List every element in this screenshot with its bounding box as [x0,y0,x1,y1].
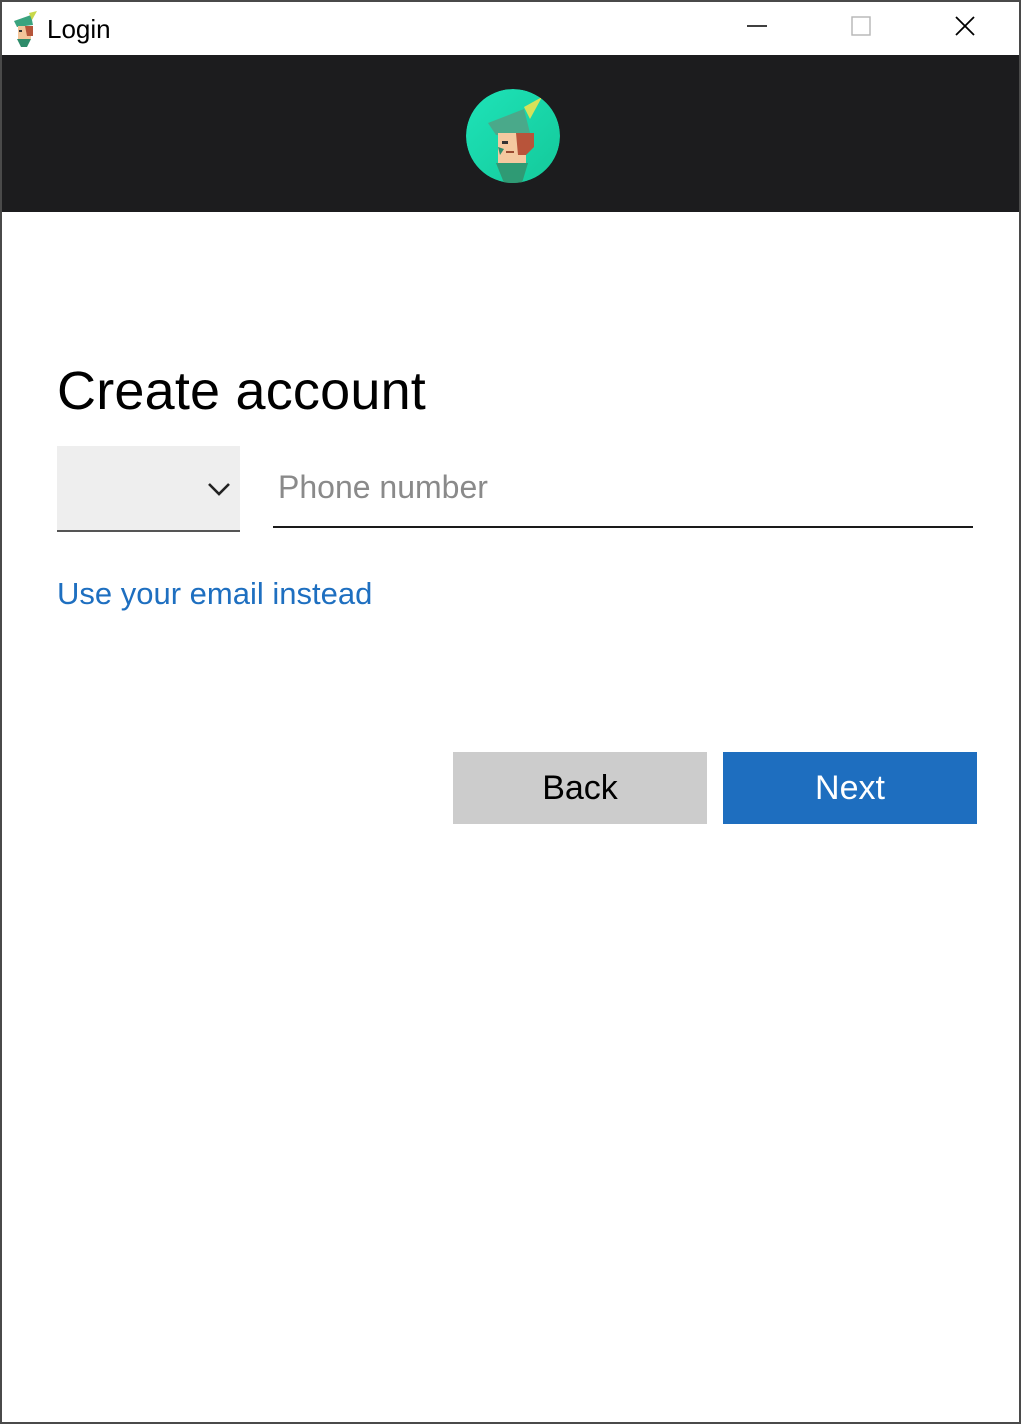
page-title: Create account [57,361,427,421]
window-title: Login [47,14,111,44]
back-button[interactable]: Back [453,752,707,824]
title-bar[interactable]: Login [2,2,1019,55]
login-window: Login Create account Phone number Use yo… [0,0,1021,1424]
phone-number-input[interactable] [273,448,973,528]
minimize-icon [746,15,768,42]
close-button[interactable] [915,2,1015,55]
close-icon [954,15,976,42]
maximize-icon [850,15,872,42]
next-button[interactable]: Next [723,752,977,824]
use-email-link[interactable]: Use your email instead [57,576,372,612]
country-code-dropdown[interactable] [57,446,240,532]
chevron-down-icon [206,480,232,498]
header-banner [2,55,1019,212]
maximize-button[interactable] [811,2,911,55]
app-icon [11,11,39,47]
robin-hood-avatar-icon [466,89,560,183]
minimize-button[interactable] [707,2,807,55]
